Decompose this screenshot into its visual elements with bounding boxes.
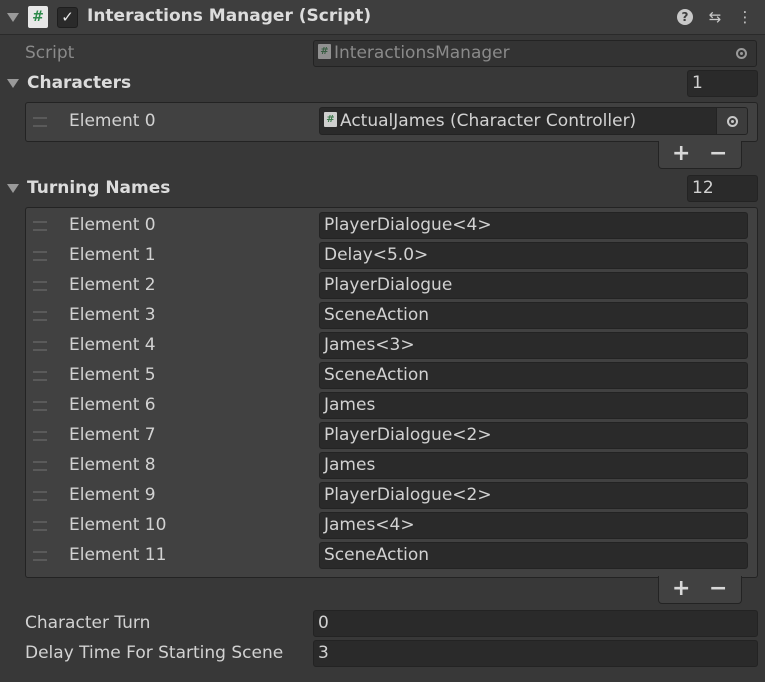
drag-handle-icon[interactable]	[33, 461, 47, 471]
help-icon[interactable]: ?	[676, 8, 694, 26]
turning-name-element-label: Element 6	[69, 395, 156, 415]
character-turn-field[interactable]: 0	[313, 610, 758, 637]
component-title: Interactions Manager (Script)	[87, 6, 372, 26]
turning-name-element-field[interactable]: PlayerDialogue<2>	[319, 482, 748, 509]
object-picker-icon[interactable]	[716, 108, 747, 134]
drag-handle-icon[interactable]	[33, 401, 47, 411]
drag-handle-icon[interactable]	[33, 251, 47, 261]
drag-handle-icon[interactable]	[33, 371, 47, 381]
turning-name-element-label: Element 2	[69, 275, 156, 295]
turning-name-element-field[interactable]: James<3>	[319, 332, 748, 359]
turning-name-element-label: Element 10	[69, 515, 167, 535]
characters-foldout-arrow-icon[interactable]	[7, 79, 19, 88]
script-label: Script	[25, 43, 75, 63]
script-icon: #	[28, 6, 48, 28]
drag-handle-icon[interactable]	[33, 281, 47, 291]
turning-name-element-label: Element 7	[69, 425, 156, 445]
turning-name-element-field[interactable]: SceneAction	[319, 542, 748, 569]
characters-element-value: ActualJames (Character Controller)	[340, 111, 637, 131]
drag-handle-icon[interactable]	[33, 117, 47, 127]
preset-icon[interactable]: ⇆	[706, 8, 724, 26]
turning-name-element-field[interactable]: PlayerDialogue<2>	[319, 422, 748, 449]
delay-time-label: Delay Time For Starting Scene	[25, 643, 284, 663]
characters-element-label: Element 0	[69, 111, 156, 131]
characters-size-field[interactable]: 1	[687, 70, 758, 97]
drag-handle-icon[interactable]	[33, 551, 47, 561]
characters-element-field[interactable]: # ActualJames (Character Controller)	[319, 107, 748, 135]
component-foldout-arrow-icon[interactable]	[7, 13, 19, 22]
turning-name-element-field[interactable]: James	[319, 392, 748, 419]
characters-remove-button[interactable]: −	[709, 143, 727, 165]
turning-name-element-label: Element 4	[69, 335, 156, 355]
script-field-value: InteractionsManager	[334, 43, 510, 63]
character-turn-label: Character Turn	[25, 613, 151, 633]
turning-name-element-field[interactable]: PlayerDialogue	[319, 272, 748, 299]
drag-handle-icon[interactable]	[33, 431, 47, 441]
drag-handle-icon[interactable]	[33, 341, 47, 351]
script-file-icon: #	[318, 44, 331, 59]
drag-handle-icon[interactable]	[33, 221, 47, 231]
turning-name-element-field[interactable]: PlayerDialogue<4>	[319, 212, 748, 239]
turning-names-label: Turning Names	[27, 178, 171, 198]
turning-name-element-label: Element 3	[69, 305, 156, 325]
script-object-icon: #	[324, 112, 337, 127]
characters-list-buttons	[658, 141, 742, 169]
turning-name-element-label: Element 11	[69, 545, 167, 565]
drag-handle-icon[interactable]	[33, 311, 47, 321]
turning-name-element-field[interactable]: SceneAction	[319, 362, 748, 389]
turning-name-element-label: Element 8	[69, 455, 156, 475]
turning-names-add-button[interactable]: +	[672, 578, 690, 600]
more-menu-icon[interactable]: ⋮	[736, 8, 754, 26]
turning-name-element-label: Element 9	[69, 485, 156, 505]
turning-names-size-field[interactable]: 12	[687, 175, 758, 202]
turning-name-element-label: Element 1	[69, 245, 156, 265]
turning-name-element-field[interactable]: SceneAction	[319, 302, 748, 329]
turning-names-list-buttons	[658, 576, 742, 604]
drag-handle-icon[interactable]	[33, 521, 47, 531]
delay-time-field[interactable]: 3	[313, 640, 758, 667]
turning-names-foldout-arrow-icon[interactable]	[7, 184, 19, 193]
turning-name-element-field[interactable]: James<4>	[319, 512, 748, 539]
script-object-picker-icon	[726, 41, 756, 66]
characters-add-button[interactable]: +	[672, 143, 690, 165]
turning-name-element-label: Element 0	[69, 215, 156, 235]
turning-name-element-field[interactable]: James	[319, 452, 748, 479]
turning-names-remove-button[interactable]: −	[709, 578, 727, 600]
turning-name-element-label: Element 5	[69, 365, 156, 385]
component-enabled-checkbox[interactable]: ✓	[57, 7, 78, 28]
help-icon-glyph: ?	[677, 9, 693, 25]
script-field: # InteractionsManager	[313, 40, 757, 67]
characters-label: Characters	[27, 73, 132, 93]
drag-handle-icon[interactable]	[33, 491, 47, 501]
turning-name-element-field[interactable]: Delay<5.0>	[319, 242, 748, 269]
